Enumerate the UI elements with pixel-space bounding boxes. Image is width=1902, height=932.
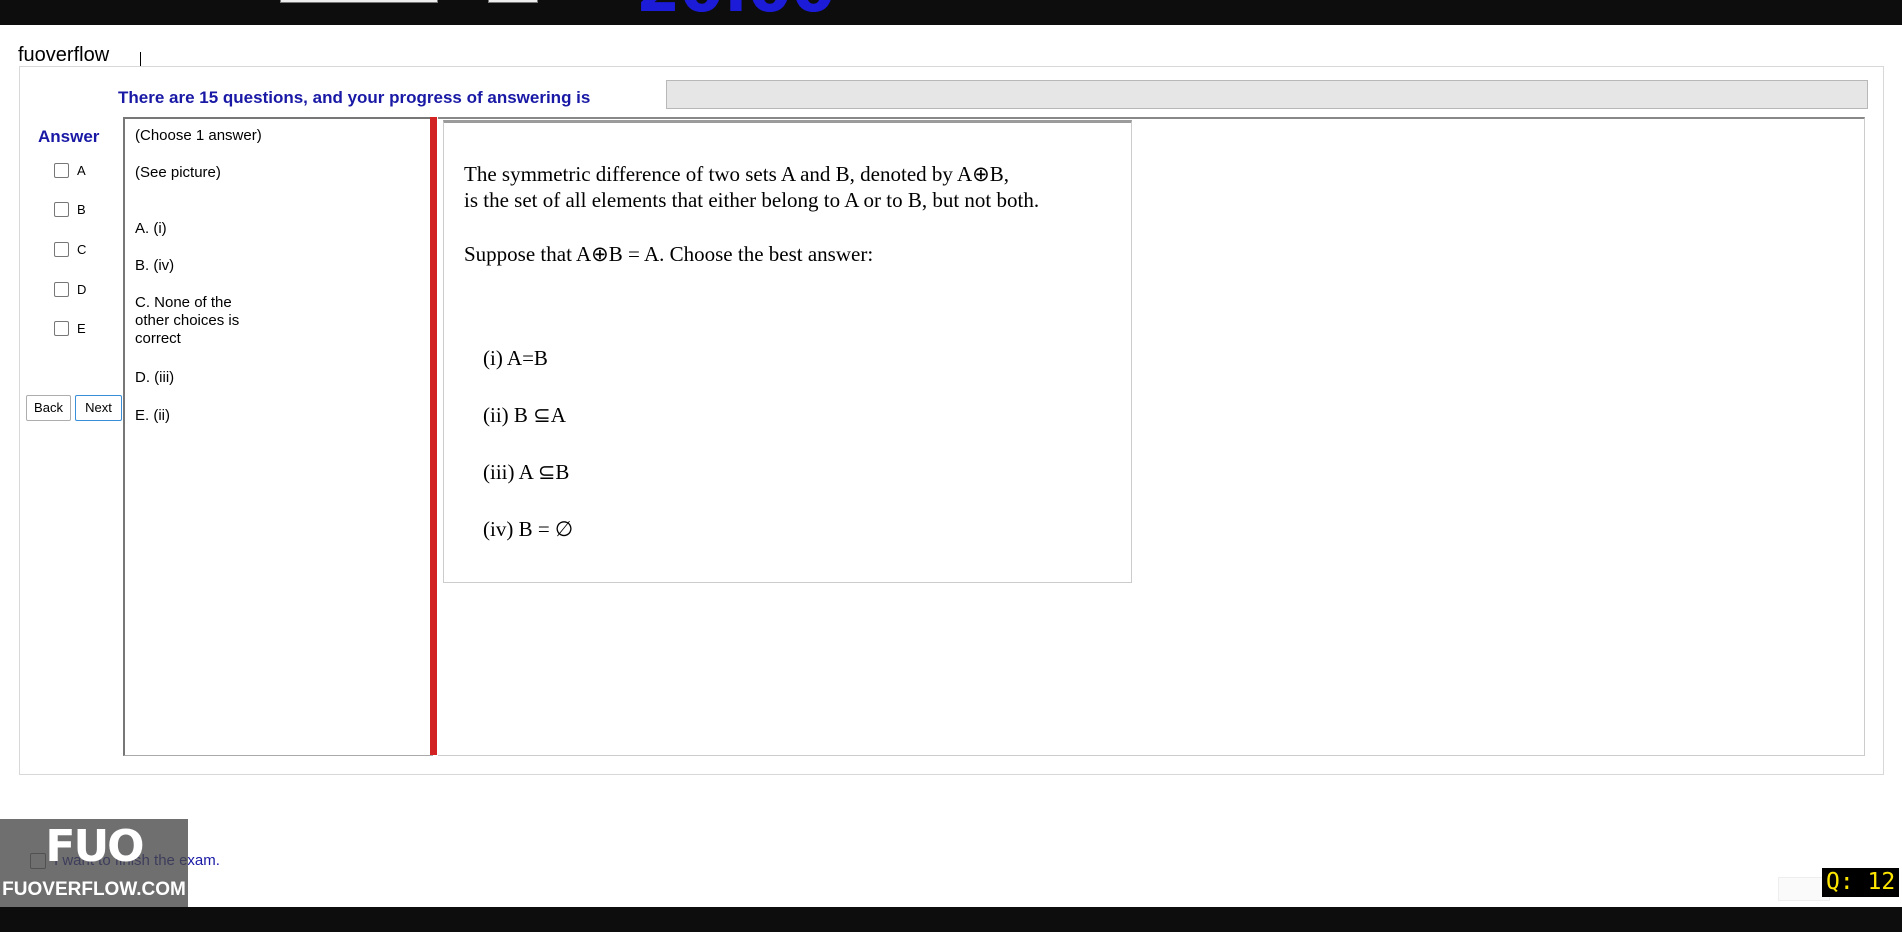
choice-e: E. (ii) [135, 407, 170, 424]
choose-instruction: (Choose 1 answer) [135, 127, 262, 144]
statement-iv: (iv) B = ∅ [483, 517, 574, 541]
logo-mark: FUO [45, 821, 144, 872]
top-field[interactable] [280, 0, 438, 3]
see-picture-note: (See picture) [135, 164, 221, 181]
top-small-field[interactable] [488, 0, 538, 3]
choice-a: A. (i) [135, 220, 167, 237]
top-bar: 20:00 [0, 0, 1902, 25]
question-line-3: Suppose that A⊕B = A. Choose the best an… [464, 242, 874, 266]
answer-option-label: B [77, 202, 86, 218]
checkbox-e[interactable] [54, 321, 69, 337]
next-button[interactable]: Next [75, 395, 122, 421]
checkbox-d[interactable] [54, 282, 69, 298]
question-number-badge: Q: 12 [1822, 868, 1900, 897]
statement-iii: (iii) A ⊆B [483, 460, 570, 484]
question-line-2: is the set of all elements that either b… [464, 188, 1040, 212]
progress-bar [666, 80, 1868, 109]
progress-text: There are 15 questions, and your progres… [118, 88, 591, 107]
question-line-1: The symmetric difference of two sets A a… [464, 162, 1010, 186]
statement-ii: (ii) B ⊆A [483, 403, 566, 427]
choice-c: C. None of the other choices is correct [135, 294, 240, 347]
answer-option-b[interactable]: B [54, 201, 86, 218]
choices-panel: (Choose 1 answer) (See picture) A. (i) B… [123, 117, 433, 756]
answer-option-label: A [77, 163, 86, 179]
statement-i: (i) A=B [483, 346, 548, 370]
exam-timer: 20:00 [636, 0, 836, 22]
checkbox-a[interactable] [54, 163, 69, 179]
answer-option-label: E [77, 321, 86, 337]
panel-divider[interactable] [430, 117, 437, 755]
checkbox-c[interactable] [54, 242, 69, 258]
checkbox-b[interactable] [54, 202, 69, 218]
answer-heading: Answer [38, 127, 100, 146]
watermark-logo: FUO FUOVERFLOW.COM [0, 819, 188, 907]
answer-option-e[interactable]: E [54, 320, 86, 337]
answer-option-a[interactable]: A [54, 162, 86, 179]
bottom-bar [0, 907, 1902, 932]
choice-b: B. (iv) [135, 257, 175, 274]
answer-option-c[interactable]: C [54, 241, 87, 258]
back-button[interactable]: Back [26, 395, 71, 421]
choice-d: D. (iii) [135, 369, 175, 386]
logo-text: FUOVERFLOW.COM [2, 879, 186, 900]
answer-option-label: C [77, 242, 87, 258]
answer-option-label: D [77, 282, 87, 298]
answer-option-d[interactable]: D [54, 281, 87, 298]
question-picture: The symmetric difference of two sets A a… [443, 120, 1132, 583]
site-label: fuoverflow [18, 44, 110, 66]
